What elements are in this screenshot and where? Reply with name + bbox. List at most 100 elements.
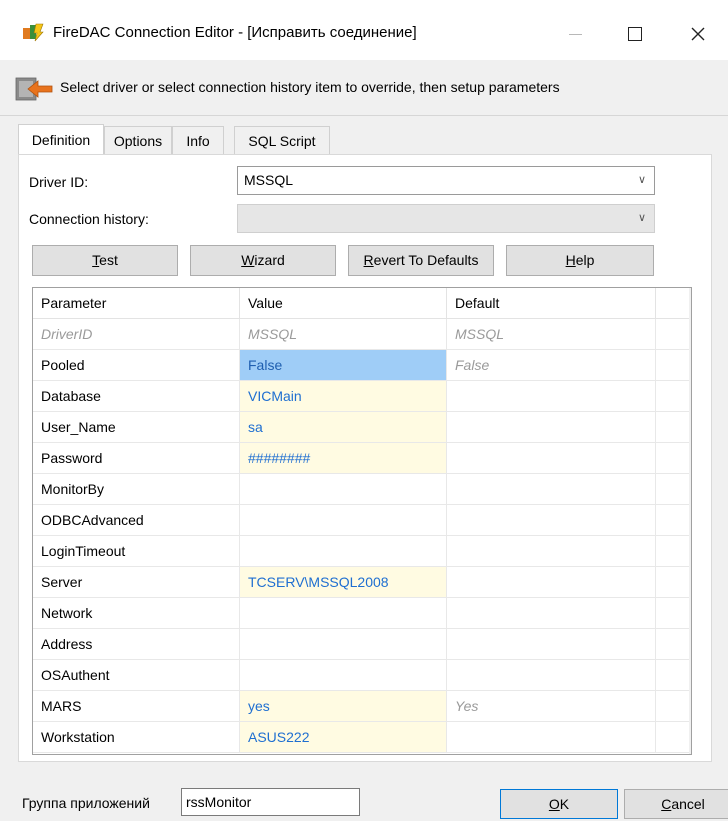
accelerator-key: C <box>661 796 672 812</box>
default-cell <box>447 660 656 690</box>
parameter-cell: Workstation <box>33 722 240 752</box>
connection-history-label: Connection history: <box>29 211 149 227</box>
value-cell[interactable]: ######## <box>240 443 447 473</box>
value-cell[interactable] <box>240 660 447 690</box>
value-cell[interactable]: False <box>240 350 447 380</box>
value-cell[interactable] <box>240 629 447 659</box>
scroll-up-icon[interactable]: ∧ <box>689 290 691 308</box>
table-row[interactable]: User_Name sa <box>33 412 689 443</box>
default-cell <box>447 412 656 442</box>
parameter-cell: User_Name <box>33 412 240 442</box>
default-cell <box>447 629 656 659</box>
default-cell <box>447 536 656 566</box>
value-cell[interactable] <box>240 536 447 566</box>
table-row[interactable]: OSAuthent <box>33 660 689 691</box>
tab-definition[interactable]: Definition <box>18 124 104 154</box>
value-cell[interactable]: TCSERV\MSSQL2008 <box>240 567 447 597</box>
driver-id-value: MSSQL <box>244 172 294 188</box>
default-cell: Yes <box>447 691 656 721</box>
minimize-button[interactable] <box>555 14 595 54</box>
footer-bar <box>0 764 728 821</box>
parameter-cell: Database <box>33 381 240 411</box>
app-group-input[interactable]: rssMonitor <box>181 788 360 816</box>
parameter-grid[interactable]: Parameter Value Default DriverID MSSQL MSS… <box>32 287 692 755</box>
close-button[interactable] <box>678 14 718 54</box>
connection-history-combo[interactable]: ∨ <box>237 204 655 233</box>
table-row[interactable]: ODBCAdvanced <box>33 505 689 536</box>
default-cell: MSSQL <box>447 319 656 349</box>
table-row[interactable]: MonitorBy <box>33 474 689 505</box>
vertical-scrollbar[interactable]: ∧ ∨ <box>689 288 691 754</box>
minimize-icon <box>568 33 582 35</box>
parameter-cell: Server <box>33 567 240 597</box>
default-cell <box>447 474 656 504</box>
default-cell: False <box>447 350 656 380</box>
value-cell[interactable] <box>240 474 447 504</box>
table-row[interactable]: Network <box>33 598 689 629</box>
value-cell[interactable]: yes <box>240 691 447 721</box>
maximize-button[interactable] <box>615 14 655 54</box>
parameter-cell: MARS <box>33 691 240 721</box>
column-header-default[interactable]: Default <box>447 288 656 319</box>
parameter-cell: MonitorBy <box>33 474 240 504</box>
table-row[interactable]: MARS yes Yes <box>33 691 689 722</box>
grid-header: Parameter Value Default <box>33 288 689 319</box>
wizard-button[interactable]: Wizard <box>190 245 336 276</box>
accelerator-key: O <box>548 796 560 812</box>
accelerator-key: W <box>241 252 255 268</box>
window-title: FireDAC Connection Editor - [Исправить с… <box>53 24 417 41</box>
table-row[interactable]: Pooled False False <box>33 350 689 381</box>
accelerator-key: H <box>565 252 576 268</box>
table-row[interactable]: Address <box>33 629 689 660</box>
driver-id-combo[interactable]: MSSQL ∨ <box>237 166 655 195</box>
value-cell[interactable] <box>240 598 447 628</box>
table-row[interactable]: Server TCSERV\MSSQL2008 <box>33 567 689 598</box>
info-text: Select driver or select connection histo… <box>60 79 560 95</box>
close-icon <box>691 27 705 41</box>
default-cell <box>447 505 656 535</box>
value-cell[interactable]: VICMain <box>240 381 447 411</box>
table-row[interactable]: DriverID MSSQL MSSQL <box>33 319 689 350</box>
tab-info[interactable]: Info <box>172 126 224 154</box>
arrow-into-box-icon <box>15 77 53 101</box>
default-cell <box>447 567 656 597</box>
scroll-down-icon[interactable]: ∨ <box>689 728 691 746</box>
table-row[interactable]: LoginTimeout <box>33 536 689 567</box>
driver-id-label: Driver ID: <box>29 174 89 190</box>
value-cell[interactable]: ASUS222 <box>240 722 447 752</box>
table-row[interactable]: Workstation ASUS222 <box>33 722 689 753</box>
parameter-cell: LoginTimeout <box>33 536 240 566</box>
test-button[interactable]: Test <box>32 245 178 276</box>
table-row[interactable]: Database VICMain <box>33 381 689 412</box>
value-cell[interactable]: sa <box>240 412 447 442</box>
accelerator-key: R <box>363 252 374 268</box>
maximize-icon <box>628 27 642 41</box>
tab-options[interactable]: Options <box>104 126 172 154</box>
parameter-cell: Pooled <box>33 350 240 380</box>
column-header-value[interactable]: Value <box>240 288 447 319</box>
parameter-cell: Address <box>33 629 240 659</box>
default-cell <box>447 443 656 473</box>
revert-to-defaults-button[interactable]: Revert To Defaults <box>348 245 494 276</box>
parameter-cell: DriverID <box>33 319 240 349</box>
default-cell <box>447 381 656 411</box>
column-header-parameter[interactable]: Parameter <box>33 288 240 319</box>
cancel-button[interactable]: Cancel <box>624 789 728 819</box>
chevron-down-icon[interactable]: ∨ <box>638 167 646 194</box>
parameter-cell: OSAuthent <box>33 660 240 690</box>
value-cell[interactable] <box>240 505 447 535</box>
help-button[interactable]: Help <box>506 245 654 276</box>
table-row[interactable]: Password ######## <box>33 443 689 474</box>
ok-button[interactable]: OK <box>500 789 618 819</box>
tab-sql-script[interactable]: SQL Script <box>234 126 330 154</box>
accelerator-key: T <box>92 252 100 268</box>
parameter-cell: ODBCAdvanced <box>33 505 240 535</box>
parameter-cell: Network <box>33 598 240 628</box>
parameter-cell: Password <box>33 443 240 473</box>
value-cell[interactable]: MSSQL <box>240 319 447 349</box>
chevron-down-icon[interactable]: ∨ <box>638 205 646 232</box>
firedac-app-icon <box>23 23 44 42</box>
default-cell <box>447 598 656 628</box>
divider <box>0 115 728 116</box>
app-group-label: Группа приложений <box>22 795 150 811</box>
